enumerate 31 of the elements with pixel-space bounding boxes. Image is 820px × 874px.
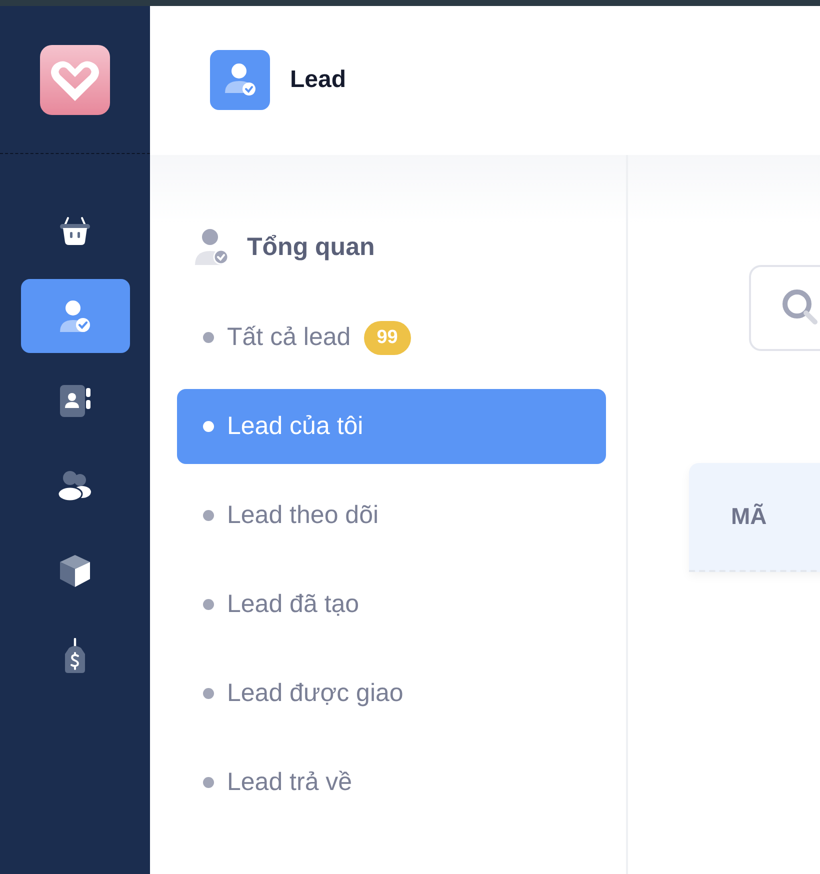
user-check-icon	[58, 299, 92, 333]
menu-label: Lead theo dõi	[227, 501, 379, 530]
menu-label: Lead trả về	[227, 768, 352, 797]
page-title: Lead	[290, 66, 346, 94]
menu-label: Lead của tôi	[227, 412, 364, 441]
menu-item[interactable]: Lead đã tạo	[177, 567, 606, 642]
section-heading: Tổng quan	[247, 232, 375, 262]
user-check-icon	[193, 228, 229, 266]
basket-icon	[58, 216, 92, 246]
cube-icon	[59, 554, 91, 588]
menu-item[interactable]: Tất cả lead 99	[177, 300, 606, 375]
contact-book-icon	[59, 384, 91, 418]
count-badge: 99	[364, 320, 411, 354]
bullet-icon	[203, 421, 214, 432]
user-check-icon	[210, 50, 270, 110]
bullet-icon	[203, 510, 214, 521]
menu-item[interactable]: Lead được giao	[177, 656, 606, 731]
menu-label: Lead đã tạo	[227, 590, 360, 619]
price-tag-icon	[63, 638, 87, 674]
menu-item[interactable]: Lead trả về	[177, 745, 606, 820]
heart-logo[interactable]	[40, 45, 110, 115]
bullet-icon	[203, 332, 214, 343]
bullet-icon	[203, 777, 214, 788]
bullet-icon	[203, 599, 214, 610]
column-header: MÃ	[731, 503, 767, 530]
menu-item[interactable]: Lead theo dõi	[177, 478, 606, 553]
menu-item[interactable]: Lead của tôi	[177, 389, 606, 464]
menu-label: Lead được giao	[227, 679, 404, 708]
bullet-icon	[203, 688, 214, 699]
menu-label: Tất cả lead	[227, 323, 351, 352]
users-icon	[58, 470, 92, 502]
